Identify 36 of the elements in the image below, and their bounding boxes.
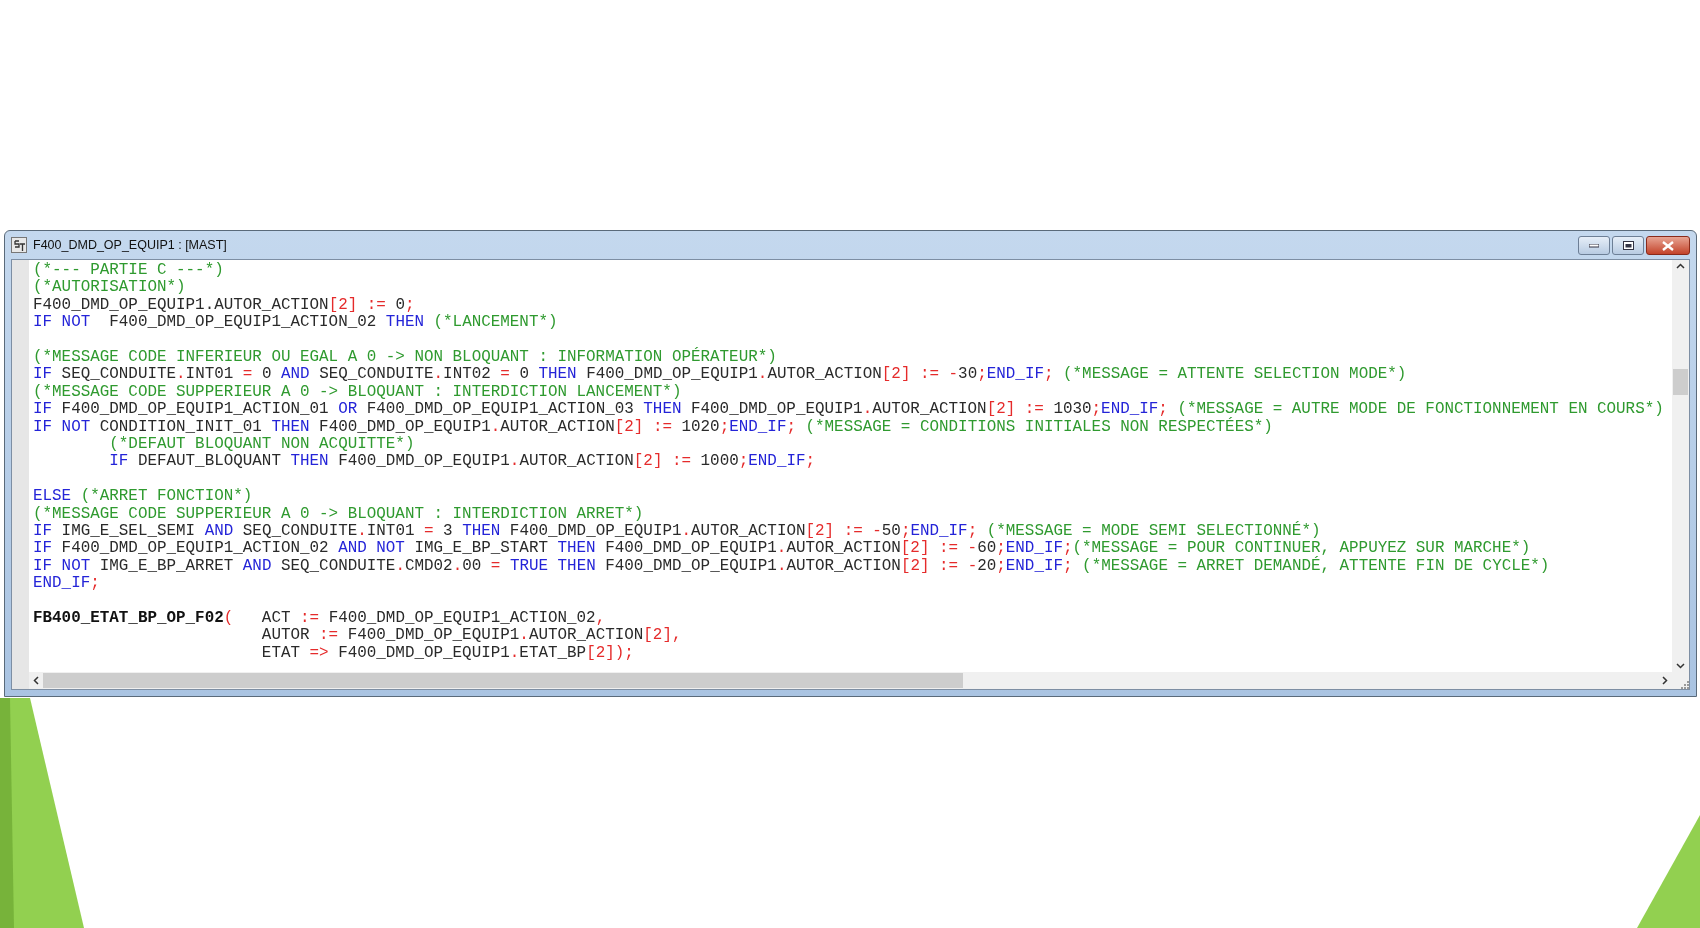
scrollbar-thumb[interactable] xyxy=(43,673,963,688)
scrollbar-thumb[interactable] xyxy=(1673,369,1688,395)
restore-button[interactable] xyxy=(1612,236,1644,255)
code-line: IF SEQ_CONDUITE.INT01 = 0 AND SEQ_CONDUITE.INT02 = 0 THEN F400_DMD_OP_EQUIP1.AUTOR_ACTION[2] := -30;END_IF; (*MESSAGE = ATTENTE SELECTION MODE*) xyxy=(33,366,1407,384)
chevron-right-icon[interactable] xyxy=(1662,676,1668,685)
code-line: IF NOT CONDITION_INIT_01 THEN F400_DMD_OP_EQUIP1.AUTOR_ACTION[2] := 1020;END_IF; (*MESSAGE = CONDITIONS INITIALES NON RESPECTÉES*) xyxy=(33,418,1273,436)
code-line: (*--- PARTIE C ---*) xyxy=(33,262,224,279)
code-line: IF IMG_E_SEL_SEMI AND SEQ_CONDUITE.INT01 = 3 THEN F400_DMD_OP_EQUIP1.AUTOR_ACTION[2] := -50;END_IF; (*MESSAGE = MODE SEMI SELECTIONNÉ*) xyxy=(33,523,1321,541)
program-icon xyxy=(11,237,27,253)
code-line: IF NOT F400_DMD_OP_EQUIP1_ACTION_02 THEN (*LANCEMENT*) xyxy=(33,314,558,332)
code-line: IF DEFAUT_BLOQUANT THEN F400_DMD_OP_EQUIP1.AUTOR_ACTION[2] := 1000;END_IF; xyxy=(108,453,816,471)
code-line: AUTOR := F400_DMD_OP_EQUIP1.AUTOR_ACTION[2], xyxy=(260,627,682,645)
code-line: (*MESSAGE CODE INFERIEUR OU EGAL A 0 -> NON BLOQUANT : INFORMATION OPÉRATEUR*) xyxy=(33,349,777,367)
chevron-down-icon[interactable] xyxy=(1676,663,1685,669)
horizontal-scrollbar[interactable] xyxy=(29,672,1672,689)
code-line: IF F400_DMD_OP_EQUIP1_ACTION_01 OR F400_DMD_OP_EQUIP1_ACTION_03 THEN F400_DMD_OP_EQUIP1.AUTOR_ACTION[2] := 1030;END_IF; (*MESSAGE = AUTRE MODE DE FONCTIONNEMENT EN COURS*) xyxy=(33,401,1664,419)
code-line: (*DEFAUT BLOQUANT NON ACQUITTE*) xyxy=(108,436,415,454)
restore-icon xyxy=(1622,241,1634,250)
code-line: IF NOT IMG_E_BP_ARRET AND SEQ_CONDUITE.CMD02.00 = TRUE THEN F400_DMD_OP_EQUIP1.AUTOR_ACTION[2] := -20;END_IF; (*MESSAGE = ARRET DEMANDÉ, ATTENTE FIN DE CYCLE*) xyxy=(33,557,1550,576)
chevron-up-icon[interactable] xyxy=(1676,263,1685,269)
code-line: (*AUTORISATION*) xyxy=(33,279,186,297)
code-line: F400_DMD_OP_EQUIP1.AUTOR_ACTION[2] := 0; xyxy=(33,296,415,315)
chevron-left-icon[interactable] xyxy=(33,676,39,685)
code-line: FB400_ETAT_BP_OP_F02( ACT := F400_DMD_OP_EQUIP1_ACTION_02, xyxy=(33,610,606,628)
code-line: (*MESSAGE CODE SUPPERIEUR A 0 -> BLOQUANT : INTERDICTION ARRET*) xyxy=(33,505,644,524)
code-line: ELSE (*ARRET FONCTION*) xyxy=(33,488,253,506)
code-line: ETAT => F400_DMD_OP_EQUIP1.ETAT_BP[2]); xyxy=(260,644,634,663)
close-icon xyxy=(1662,240,1674,251)
minimize-icon xyxy=(1589,243,1599,248)
window-title: F400_DMD_OP_EQUIP1 : [MAST] xyxy=(33,238,228,252)
code-line: (*MESSAGE CODE SUPPERIEUR A 0 -> BLOQUANT : INTERDICTION LANCEMENT*) xyxy=(33,383,682,402)
vertical-scrollbar[interactable] xyxy=(1672,260,1689,672)
code-line: IF F400_DMD_OP_EQUIP1_ACTION_02 AND NOT IMG_E_BP_START THEN F400_DMD_OP_EQUIP1.AUTOR_ACTION[2] := -60;END_IF;(*MESSAGE = POUR CONTINUER, APPUYEZ SUR MARCHE*) xyxy=(33,540,1531,558)
code-line: END_IF; xyxy=(33,575,100,593)
resize-grip-icon[interactable] xyxy=(1680,680,1689,689)
close-button[interactable] xyxy=(1646,236,1690,255)
